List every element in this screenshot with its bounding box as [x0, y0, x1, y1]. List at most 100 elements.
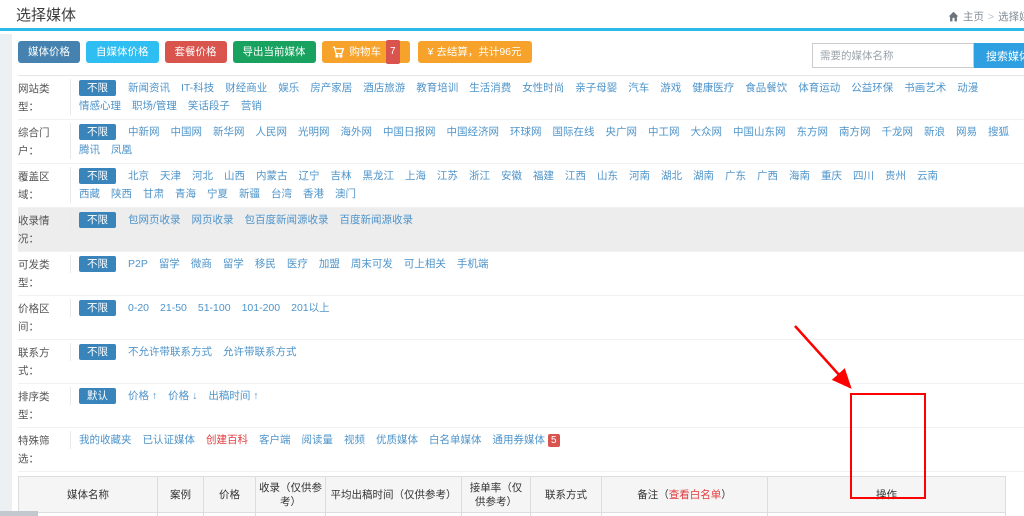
filter-option[interactable]: 可上相关 — [404, 258, 446, 270]
filter-option-selected[interactable]: 默认 — [79, 388, 116, 404]
filter-option[interactable]: 腾讯 — [79, 144, 100, 156]
filter-option[interactable]: 光明网 — [298, 126, 330, 138]
filter-option[interactable]: 四川 — [853, 170, 874, 182]
filter-option[interactable]: 视频 — [344, 434, 365, 446]
filter-option-selected[interactable]: 不限 — [79, 80, 116, 96]
filter-option[interactable]: 环球网 — [510, 126, 542, 138]
filter-option[interactable]: 亲子母婴 — [575, 82, 617, 94]
filter-option[interactable]: 河北 — [192, 170, 213, 182]
filter-option[interactable]: 山东 — [597, 170, 618, 182]
filter-option[interactable]: 南方网 — [839, 126, 871, 138]
filter-option[interactable]: 广东 — [725, 170, 746, 182]
filter-option[interactable]: 中新网 — [128, 126, 160, 138]
filter-option[interactable]: 陕西 — [111, 188, 132, 200]
filter-option[interactable]: 西藏 — [79, 188, 100, 200]
filter-option[interactable]: 笑话段子 — [188, 100, 230, 112]
filter-option[interactable]: 海外网 — [341, 126, 373, 138]
filter-option[interactable]: 新浪 — [924, 126, 945, 138]
filter-option[interactable]: 湖南 — [693, 170, 714, 182]
filter-option[interactable]: 客户端 — [259, 434, 291, 446]
filter-option-selected[interactable]: 不限 — [79, 212, 116, 228]
filter-option[interactable]: 201以上 — [291, 302, 330, 314]
filter-option[interactable]: 中国经济网 — [447, 126, 500, 138]
filter-option[interactable]: 辽宁 — [299, 170, 320, 182]
filter-option[interactable]: 台湾 — [271, 188, 292, 200]
filter-option-selected[interactable]: 不限 — [79, 300, 116, 316]
filter-option[interactable]: 食品餐饮 — [745, 82, 787, 94]
filter-option[interactable]: 凤凰 — [111, 144, 132, 156]
filter-option[interactable]: 新华网 — [213, 126, 245, 138]
filter-option[interactable]: 新闻资讯 — [128, 82, 170, 94]
filter-option[interactable]: 安徽 — [501, 170, 522, 182]
filter-option[interactable]: 我的收藏夹 — [79, 434, 132, 446]
filter-option[interactable]: 书画艺术 — [904, 82, 946, 94]
search-button[interactable]: 搜索媒体 — [974, 43, 1024, 68]
filter-option-selected[interactable]: 不限 — [79, 124, 116, 140]
filter-option[interactable]: 北京 — [128, 170, 149, 182]
filter-option[interactable]: 动漫 — [957, 82, 978, 94]
filter-option[interactable]: 移民 — [255, 258, 276, 270]
filter-option[interactable]: 网页收录 — [192, 214, 234, 226]
filter-option[interactable]: 广西 — [757, 170, 778, 182]
filter-option[interactable]: 重庆 — [821, 170, 842, 182]
filter-option[interactable]: 医疗 — [287, 258, 308, 270]
filter-option[interactable]: 娱乐 — [278, 82, 299, 94]
media-price-button[interactable]: 媒体价格 — [18, 41, 80, 63]
filter-option[interactable]: 江西 — [565, 170, 586, 182]
cart-button[interactable]: 购物车 7 — [322, 41, 410, 63]
checkout-button[interactable]: ¥ 去结算，共计96元 — [418, 41, 532, 63]
filter-option[interactable]: 留学 — [223, 258, 244, 270]
filter-option[interactable]: P2P — [128, 258, 148, 270]
filter-option[interactable]: 汽车 — [628, 82, 649, 94]
filter-option[interactable]: 允许带联系方式 — [223, 346, 297, 358]
filter-option[interactable]: 公益环保 — [851, 82, 893, 94]
filter-option[interactable]: 女性时尚 — [522, 82, 564, 94]
filter-option[interactable]: 新疆 — [239, 188, 260, 200]
filter-option[interactable]: 上海 — [405, 170, 426, 182]
filter-option[interactable]: 创建百科 — [206, 434, 248, 446]
filter-option[interactable]: 东方网 — [797, 126, 829, 138]
filter-option[interactable]: 包网页收录 — [128, 214, 181, 226]
filter-option[interactable]: 吉林 — [331, 170, 352, 182]
filter-option[interactable]: 宁夏 — [207, 188, 228, 200]
filter-option[interactable]: 青海 — [175, 188, 196, 200]
filter-option[interactable]: 留学 — [159, 258, 180, 270]
filter-option[interactable]: 百度新闻源收录 — [340, 214, 414, 226]
filter-option[interactable]: 海南 — [789, 170, 810, 182]
filter-option[interactable]: 优质媒体 — [376, 434, 418, 446]
filter-option[interactable]: 云南 — [917, 170, 938, 182]
filter-option[interactable]: 21-50 — [160, 302, 187, 314]
filter-option[interactable]: 澳门 — [335, 188, 356, 200]
filter-option[interactable]: 福建 — [533, 170, 554, 182]
filter-option[interactable]: 财经商业 — [225, 82, 267, 94]
filter-option[interactable]: 白名单媒体 — [429, 434, 482, 446]
filter-option[interactable]: 甘肃 — [143, 188, 164, 200]
filter-option[interactable]: 职场/管理 — [132, 100, 177, 112]
filter-option[interactable]: 情感心理 — [79, 100, 121, 112]
filter-option[interactable]: 房产家居 — [310, 82, 352, 94]
filter-option[interactable]: 健康医疗 — [692, 82, 734, 94]
filter-option-selected[interactable]: 不限 — [79, 168, 116, 184]
filter-option[interactable]: 中国日报网 — [383, 126, 436, 138]
filter-option[interactable]: 游戏 — [660, 82, 681, 94]
filter-option[interactable]: 周末可发 — [351, 258, 393, 270]
search-input[interactable] — [812, 43, 974, 68]
whitelist-link[interactable]: 查看白名单 — [669, 489, 722, 501]
filter-option[interactable]: 51-100 — [198, 302, 231, 314]
filter-option[interactable]: 国际在线 — [553, 126, 595, 138]
filter-option[interactable]: 教育培训 — [416, 82, 458, 94]
filter-option[interactable]: 包百度新闻源收录 — [245, 214, 329, 226]
filter-option[interactable]: 黑龙江 — [363, 170, 395, 182]
filter-option[interactable]: 中国山东网 — [733, 126, 786, 138]
filter-option[interactable]: 酒店旅游 — [363, 82, 405, 94]
breadcrumb-home[interactable]: 主页 — [963, 9, 984, 24]
filter-option[interactable]: 阅读量 — [302, 434, 334, 446]
filter-option[interactable]: 河南 — [629, 170, 650, 182]
filter-option-selected[interactable]: 不限 — [79, 256, 116, 272]
filter-option[interactable]: 营销 — [241, 100, 262, 112]
filter-option[interactable]: 浙江 — [469, 170, 490, 182]
package-price-button[interactable]: 套餐价格 — [165, 41, 227, 63]
filter-option[interactable]: 生活消费 — [469, 82, 511, 94]
filter-option[interactable]: 天津 — [160, 170, 181, 182]
filter-option[interactable]: 价格 ↓ — [168, 390, 197, 402]
